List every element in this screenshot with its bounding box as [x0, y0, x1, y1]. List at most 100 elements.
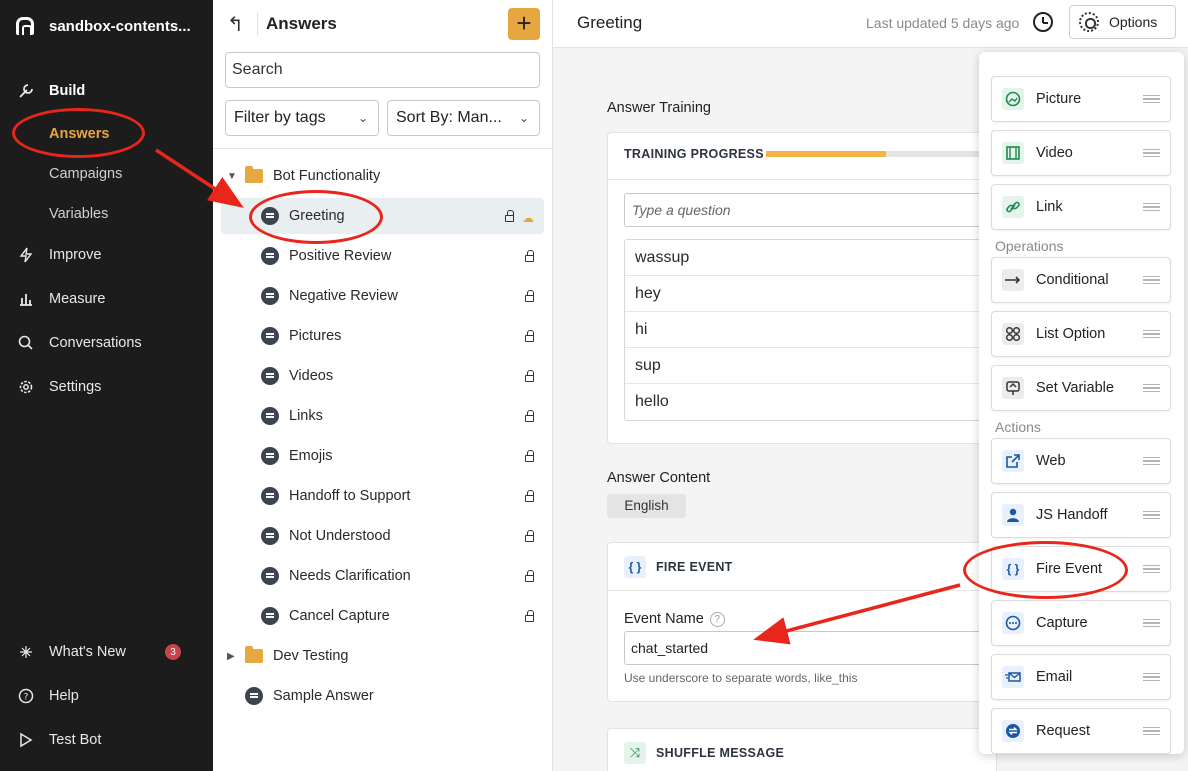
- panel-title: Answers: [266, 14, 337, 33]
- palette-item-link[interactable]: Link: [991, 184, 1171, 230]
- drag-handle-icon[interactable]: [1143, 276, 1160, 284]
- app-logo-icon: [16, 17, 34, 35]
- palette-item-email[interactable]: Email: [991, 654, 1171, 700]
- question-item[interactable]: hi: [625, 312, 1003, 348]
- answers-panel: ↰ Answers + Search Filter by tags ⌄ Sort…: [213, 0, 553, 771]
- palette-item-fire-event[interactable]: { } Fire Event: [991, 546, 1171, 592]
- sort-select[interactable]: Sort By: Man... ⌄: [387, 100, 540, 136]
- event-name-input[interactable]: chat_started: [624, 631, 1004, 665]
- drag-handle-icon[interactable]: [1143, 384, 1160, 392]
- shuffle-title: SHUFFLE MESSAGE: [656, 745, 785, 760]
- drag-handle-icon[interactable]: [1143, 457, 1160, 465]
- answer-item[interactable]: Not Understood: [221, 518, 544, 554]
- lock-icon: [525, 330, 534, 342]
- workspace-header[interactable]: sandbox-contents...: [0, 0, 213, 52]
- sidebar-sub-variables[interactable]: Variables: [49, 206, 108, 222]
- answer-label: Negative Review: [289, 288, 398, 304]
- answer-label: Emojis: [289, 448, 333, 464]
- sidebar-item-test-bot[interactable]: Test Bot: [0, 724, 213, 756]
- search-input[interactable]: Search: [225, 52, 540, 88]
- training-progress-bar: [766, 151, 1006, 157]
- answer-item[interactable]: Emojis: [221, 438, 544, 474]
- event-name-help: Use underscore to separate words, like_t…: [624, 671, 858, 685]
- fire-event-header: { } FIRE EVENT: [608, 543, 996, 591]
- sidebar-item-build[interactable]: Build: [0, 75, 213, 107]
- answer-item[interactable]: Videos: [221, 358, 544, 394]
- drag-handle-icon[interactable]: [1143, 727, 1160, 735]
- question-input[interactable]: Type a question: [624, 193, 1004, 227]
- shuffle-message-card: ⤨ SHUFFLE MESSAGE: [607, 728, 997, 771]
- drag-handle-icon[interactable]: [1143, 619, 1160, 627]
- options-button[interactable]: Options: [1069, 5, 1176, 39]
- drag-handle-icon[interactable]: [1143, 565, 1160, 573]
- answer-item[interactable]: Handoff to Support: [221, 478, 544, 514]
- palette-item-web[interactable]: Web: [991, 438, 1171, 484]
- answer-item[interactable]: Needs Clarification: [221, 558, 544, 594]
- lock-icon: [525, 490, 534, 502]
- picture-icon: [1002, 88, 1024, 110]
- question-item[interactable]: wassup: [625, 240, 1003, 276]
- language-tab[interactable]: English: [607, 494, 686, 518]
- question-item[interactable]: sup: [625, 348, 1003, 384]
- caret-down-icon[interactable]: ▼: [227, 171, 237, 182]
- chat-bubble-icon: [261, 447, 279, 465]
- actions-heading: Actions: [995, 419, 1041, 435]
- sidebar-item-conversations[interactable]: Conversations: [0, 327, 213, 359]
- drag-handle-icon[interactable]: [1143, 149, 1160, 157]
- chat-bubble-icon: [261, 327, 279, 345]
- sidebar-sub-answers[interactable]: Answers: [49, 126, 109, 142]
- folder-bot-functionality[interactable]: ▼ Bot Functionality: [221, 158, 544, 194]
- cloud-icon: ☁: [522, 211, 534, 225]
- lightning-icon: [17, 246, 35, 264]
- drag-handle-icon[interactable]: [1143, 673, 1160, 681]
- question-list: wassup hey hi sup hello: [624, 239, 1004, 421]
- drag-handle-icon[interactable]: [1143, 330, 1160, 338]
- sidebar-item-help[interactable]: ? Help: [0, 680, 213, 712]
- add-answer-button[interactable]: +: [508, 8, 540, 40]
- answer-item[interactable]: Cancel Capture: [221, 598, 544, 634]
- drag-handle-icon[interactable]: [1143, 95, 1160, 103]
- chevron-down-icon: ⌄: [518, 111, 529, 125]
- sidebar-item-settings[interactable]: Settings: [0, 371, 213, 403]
- question-item[interactable]: hey: [625, 276, 1003, 312]
- back-arrow-icon[interactable]: ↰: [227, 12, 244, 37]
- question-item[interactable]: hello: [625, 384, 1003, 420]
- caret-right-icon[interactable]: ▶: [227, 651, 237, 662]
- palette-item-capture[interactable]: Capture: [991, 600, 1171, 646]
- palette-item-video[interactable]: Video: [991, 130, 1171, 176]
- answer-item-greeting[interactable]: Greeting ☁: [221, 198, 544, 234]
- answer-item[interactable]: Negative Review: [221, 278, 544, 314]
- lock-icon: [525, 370, 534, 382]
- drag-handle-icon[interactable]: [1143, 511, 1160, 519]
- sidebar-item-measure[interactable]: Measure: [0, 283, 213, 315]
- sidebar-item-improve[interactable]: Improve: [0, 239, 213, 271]
- person-icon: [1002, 504, 1024, 526]
- palette-item-conditional[interactable]: Conditional: [991, 257, 1171, 303]
- answer-item[interactable]: Links: [221, 398, 544, 434]
- history-clock-icon[interactable]: [1033, 12, 1053, 32]
- palette-item-request[interactable]: Request: [991, 708, 1171, 754]
- chat-bubble-icon: [261, 367, 279, 385]
- palette-item-list-option[interactable]: List Option: [991, 311, 1171, 357]
- answer-item[interactable]: Positive Review: [221, 238, 544, 274]
- palette-item-js-handoff[interactable]: JS Handoff: [991, 492, 1171, 538]
- help-icon[interactable]: ?: [709, 611, 725, 627]
- palette-item-picture[interactable]: Picture: [991, 76, 1171, 122]
- sidebar-item-whats-new[interactable]: What's New 3: [0, 636, 213, 668]
- palette-label: Link: [1036, 199, 1063, 215]
- answers-header: ↰ Answers +: [213, 0, 553, 48]
- bar-chart-icon: [17, 290, 35, 308]
- last-updated-text: Last updated 5 days ago: [866, 15, 1020, 31]
- chat-bubble-icon: [261, 487, 279, 505]
- answer-item-sample[interactable]: Sample Answer: [221, 678, 544, 714]
- filter-tags-select[interactable]: Filter by tags ⌄: [225, 100, 379, 136]
- folder-dev-testing[interactable]: ▶ Dev Testing: [221, 638, 544, 674]
- gear-icon: [1079, 12, 1099, 32]
- drag-handle-icon[interactable]: [1143, 203, 1160, 211]
- play-icon: [17, 731, 35, 749]
- answer-label: Cancel Capture: [289, 608, 390, 624]
- palette-item-set-variable[interactable]: Set Variable: [991, 365, 1171, 411]
- sidebar-sub-campaigns[interactable]: Campaigns: [49, 166, 122, 182]
- answer-item[interactable]: Pictures: [221, 318, 544, 354]
- folder-icon: [245, 646, 263, 663]
